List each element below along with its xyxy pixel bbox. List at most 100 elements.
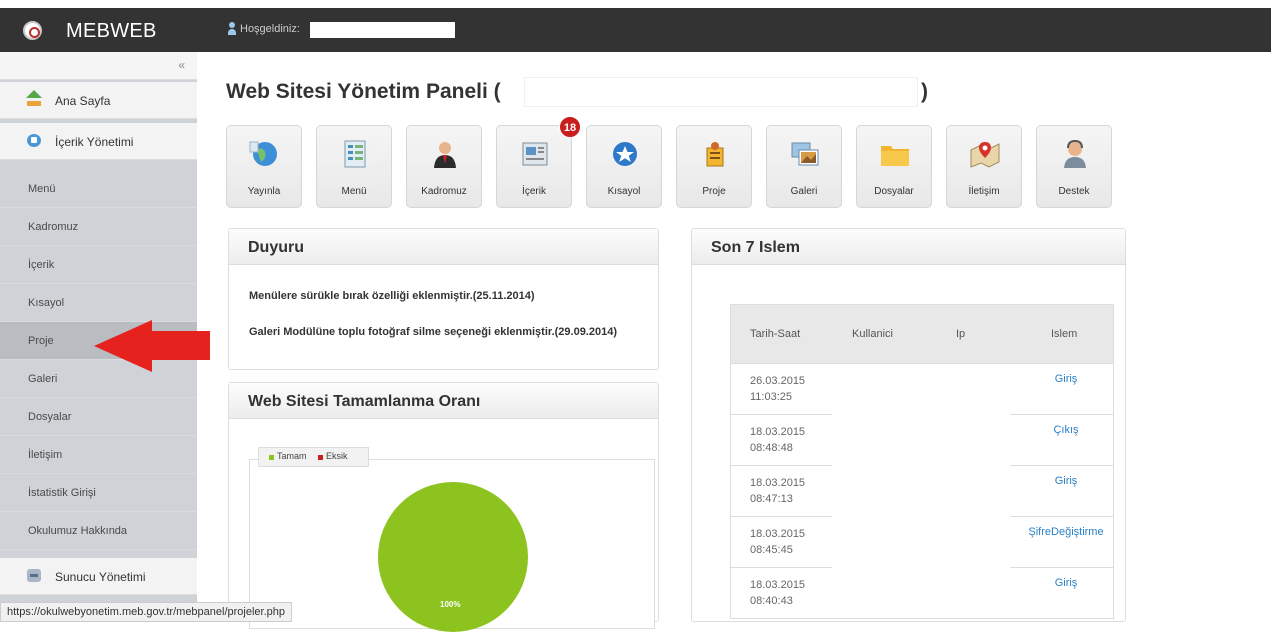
column-header-user: Kullanici — [852, 328, 893, 340]
tile-destek[interactable]: Destek — [1036, 125, 1112, 208]
row-action-link[interactable]: Giriş — [1021, 373, 1111, 385]
sidebar-item-label: Dosyalar — [28, 411, 72, 423]
legend-label-eksik: Eksik — [326, 451, 348, 461]
legend-label-tamam: Tamam — [277, 451, 307, 461]
row-time: 08:47:13 — [750, 493, 793, 505]
column-header-action: Islem — [1051, 328, 1078, 340]
column-header-ip: Ip — [956, 328, 966, 340]
top-navbar: MEBWEB Hoşgeldiniz: — [0, 8, 1271, 52]
redacted-username — [310, 22, 455, 38]
gallery-photo-icon — [791, 142, 819, 166]
row-date: 18.03.2015 — [750, 477, 806, 489]
row-datetime: 18.03.2015 08:40:43 — [750, 577, 820, 609]
globe-icon — [249, 141, 277, 166]
legend-swatch-eksik — [318, 455, 323, 460]
redacted-school-name — [524, 77, 918, 107]
row-date: 18.03.2015 — [750, 579, 806, 591]
row-time: 08:40:43 — [750, 595, 793, 607]
staff-person-icon — [434, 142, 456, 168]
page-title: Web Sitesi Yönetim Paneli ( — [226, 80, 501, 103]
sidebar-item-label: İçerik Yönetimi — [55, 135, 134, 149]
collapse-icon[interactable]: « — [178, 58, 185, 72]
sidebar-item-label: Galeri — [28, 373, 58, 385]
sidebar-item-icerik[interactable]: İçerik — [0, 246, 197, 284]
completion-panel: Web Sitesi Tamamlanma Oranı Tamam Eksik … — [228, 382, 659, 632]
sidebar-item-content-management[interactable]: İçerik Yönetimi — [0, 123, 197, 160]
column-header-date: Tarih-Saat — [750, 328, 801, 340]
row-action-link[interactable]: ŞifreDeğiştirme — [1021, 526, 1111, 538]
project-icon — [706, 142, 724, 167]
content-document-icon — [522, 142, 548, 166]
row-datetime: 18.03.2015 08:47:13 — [750, 475, 820, 507]
tile-menu[interactable]: Menü — [316, 125, 392, 208]
map-pin-icon — [970, 142, 1000, 168]
sidebar-item-dosyalar[interactable]: Dosyalar — [0, 398, 197, 436]
sidebar-item-kisayol[interactable]: Kısayol — [0, 284, 197, 322]
row-time: 08:45:45 — [750, 544, 793, 556]
brand-title[interactable]: MEBWEB — [66, 20, 157, 43]
welcome-text: Hoşgeldiniz: — [240, 23, 300, 35]
row-date: 26.03.2015 — [750, 375, 806, 387]
sidebar-item-label: İletişim — [28, 449, 63, 461]
server-icon — [27, 569, 41, 582]
duyuru-panel-header: Duyuru — [229, 229, 658, 265]
row-datetime: 18.03.2015 08:48:48 — [750, 424, 820, 456]
sidebar-item-label: Ana Sayfa — [55, 94, 111, 108]
home-icon — [26, 90, 42, 106]
tile-icerik[interactable]: İçerik — [496, 125, 572, 208]
tile-label: Kısayol — [607, 186, 641, 197]
sidebar-item-kadromuz[interactable]: Kadromuz — [0, 208, 197, 246]
sidebar-item-home[interactable]: Ana Sayfa — [0, 82, 197, 119]
tile-label: Destek — [1058, 186, 1090, 197]
completion-title: Web Sitesi Tamamlanma Oranı — [248, 393, 481, 410]
content-icon — [27, 134, 41, 147]
sidebar-item-label: Menü — [28, 183, 56, 195]
row-action-link[interactable]: Çıkış — [1021, 424, 1111, 436]
sidebar-item-okulumuz[interactable]: Okulumuz Hakkında — [0, 512, 197, 550]
duyuru-panel: Duyuru Menülere sürükle bırak özelliği e… — [228, 228, 659, 370]
duyuru-title: Duyuru — [248, 239, 304, 256]
sidebar-item-label: Sunucu Yönetimi — [55, 570, 146, 584]
tile-label: Dosyalar — [874, 186, 914, 197]
tile-yayinla[interactable]: Yayınla — [226, 125, 302, 208]
pie-percentage-label: 100% — [440, 600, 461, 609]
main-content: Web Sitesi Yönetim Paneli ( ) Yayınla Me… — [197, 52, 1271, 632]
menu-list-icon — [344, 140, 366, 168]
tile-label: Yayınla — [247, 186, 281, 197]
sidebar-item-label: Proje — [28, 335, 54, 347]
row-time: 11:03:25 — [750, 391, 793, 403]
tile-galeri[interactable]: Galeri — [766, 125, 842, 208]
table-header: Tarih-Saat Kullanici Ip Islem — [730, 304, 1114, 364]
announcement-item: Menülere sürükle bırak özelliği eklenmiş… — [249, 290, 535, 302]
row-datetime: 18.03.2015 08:45:45 — [750, 526, 820, 558]
tile-proje[interactable]: Proje — [676, 125, 752, 208]
tile-label: Kadromuz — [421, 186, 467, 197]
recent-actions-panel: Son 7 Islem Tarih-Saat Kullanici Ip Isle… — [691, 228, 1126, 622]
page-title-close: ) — [921, 80, 928, 103]
legend-swatch-tamam — [269, 455, 274, 460]
sidebar-item-menu[interactable]: Menü — [0, 170, 197, 208]
tile-label: Menü — [341, 186, 367, 197]
tile-kisayol[interactable]: Kısayol — [586, 125, 662, 208]
tile-dosyalar[interactable]: Dosyalar — [856, 125, 932, 208]
tile-kadromuz[interactable]: Kadromuz — [406, 125, 482, 208]
chart-legend: Tamam Eksik — [258, 447, 369, 467]
arrow-head — [94, 320, 152, 372]
red-arrow-annotation — [94, 320, 210, 372]
sidebar-item-label: İçerik — [28, 259, 55, 271]
meb-logo-icon — [23, 21, 42, 40]
sidebar-item-label: Kadromuz — [28, 221, 79, 233]
row-datetime: 26.03.2015 11:03:25 — [750, 373, 820, 405]
row-action-link[interactable]: Giriş — [1021, 475, 1111, 487]
sidebar-item-server-management[interactable]: Sunucu Yönetimi — [0, 558, 197, 595]
sidebar-item-iletisim[interactable]: İletişim — [0, 436, 197, 474]
row-action-link[interactable]: Giriş — [1021, 577, 1111, 589]
sidebar-collapse-button[interactable]: « — [0, 52, 197, 80]
sidebar-item-label: Okulumuz Hakkında — [28, 525, 128, 537]
user-icon — [228, 22, 236, 36]
sidebar-item-istatistik[interactable]: İstatistik Girişi — [0, 474, 197, 512]
tile-iletisim[interactable]: İletişim — [946, 125, 1022, 208]
row-time: 08:48:48 — [750, 442, 793, 454]
recent-actions-title: Son 7 Islem — [711, 239, 800, 256]
tile-label: Galeri — [790, 186, 818, 197]
